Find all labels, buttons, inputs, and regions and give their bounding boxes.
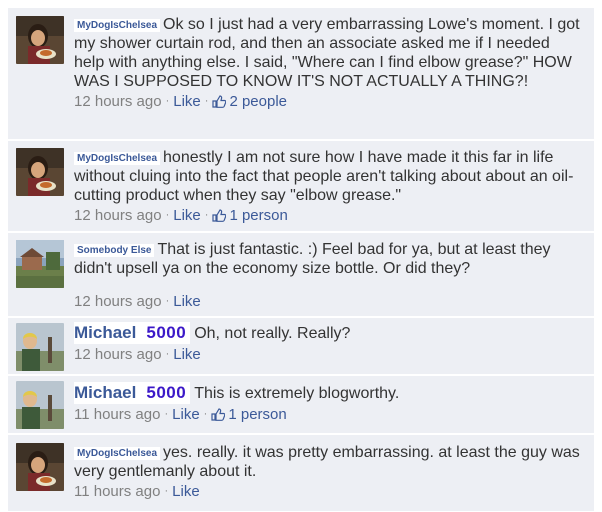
author-name: Michael bbox=[74, 323, 137, 342]
comment-meta: 12 hours ago · Like · 2 people bbox=[74, 92, 582, 113]
comment-timestamp[interactable]: 11 hours ago bbox=[74, 406, 160, 423]
comment-item: Somebody Else That is just fantastic. :) … bbox=[8, 233, 594, 317]
comment-item: MyDogIsChelsea Ok so I just had a very em… bbox=[8, 8, 594, 140]
comment-timestamp[interactable]: 12 hours ago bbox=[74, 207, 162, 224]
comment-timestamp[interactable]: 12 hours ago bbox=[74, 346, 162, 363]
comment-author[interactable]: Michael 5000 bbox=[74, 382, 191, 404]
comment-item: MyDogIsChelsea honestly I am not sure how… bbox=[8, 141, 594, 232]
comment-author[interactable]: MyDogIsChelsea bbox=[74, 447, 161, 460]
avatar[interactable] bbox=[16, 148, 64, 196]
separator: · bbox=[165, 209, 170, 221]
separator: · bbox=[165, 348, 170, 360]
like-link[interactable]: Like bbox=[173, 346, 201, 363]
comment-author[interactable]: Somebody Else bbox=[74, 244, 155, 257]
comment-meta: 11 hours ago · Like · 1 person bbox=[74, 405, 582, 426]
separator: · bbox=[204, 95, 209, 107]
like-link[interactable]: Like bbox=[173, 293, 201, 310]
like-link[interactable]: Like bbox=[172, 483, 200, 500]
avatar[interactable] bbox=[16, 240, 64, 288]
like-link[interactable]: Like bbox=[173, 93, 201, 110]
likes-count: 2 people bbox=[229, 93, 288, 110]
like-link[interactable]: Like bbox=[173, 207, 201, 224]
comment-timestamp[interactable]: 12 hours ago bbox=[74, 93, 162, 110]
likes-count: 1 person bbox=[229, 207, 288, 224]
separator: · bbox=[204, 209, 209, 221]
comment-text: This is extremely blogworthy. bbox=[194, 385, 400, 402]
thumbs-up-icon bbox=[212, 208, 227, 227]
thumbs-up-icon bbox=[212, 94, 227, 113]
separator: · bbox=[165, 295, 170, 307]
likes-count-link[interactable]: 1 person bbox=[212, 207, 288, 227]
comment-author[interactable]: MyDogIsChelsea bbox=[74, 152, 161, 165]
comment-timestamp[interactable]: 11 hours ago bbox=[74, 483, 160, 500]
comment-text: Oh, not really. Really? bbox=[194, 325, 351, 342]
likes-count-link[interactable]: 1 person bbox=[211, 406, 287, 426]
comment-timestamp[interactable]: 12 hours ago bbox=[74, 293, 162, 310]
likes-count: 1 person bbox=[228, 406, 287, 423]
comment-meta: 11 hours ago · Like bbox=[74, 482, 582, 501]
comment-meta: 12 hours ago · Like · 1 person bbox=[74, 206, 582, 227]
comment-item: Michael 5000 This is extremely blogworthy.… bbox=[8, 376, 594, 434]
comment-item: Michael 5000 Oh, not really. Really? 12 ho… bbox=[8, 318, 594, 375]
comment-item: MyDogIsChelsea yes. really. it was pretty… bbox=[8, 435, 594, 512]
avatar[interactable] bbox=[16, 16, 64, 64]
comment-meta: 12 hours ago · Like bbox=[74, 345, 582, 364]
avatar[interactable] bbox=[16, 381, 64, 429]
avatar[interactable] bbox=[16, 443, 64, 491]
thumbs-up-icon bbox=[211, 407, 226, 426]
comment-feed: MyDogIsChelsea Ok so I just had a very em… bbox=[0, 0, 602, 512]
author-score-badge: 5000 bbox=[146, 383, 187, 402]
comment-author[interactable]: MyDogIsChelsea bbox=[74, 19, 161, 32]
author-name: Michael bbox=[74, 383, 137, 402]
separator: · bbox=[165, 95, 170, 107]
separator: · bbox=[164, 408, 169, 420]
like-link[interactable]: Like bbox=[172, 406, 200, 423]
separator: · bbox=[164, 485, 169, 497]
comment-meta: 12 hours ago · Like bbox=[74, 292, 582, 311]
likes-count-link[interactable]: 2 people bbox=[212, 93, 287, 110]
comment-author[interactable]: Michael 5000 bbox=[74, 322, 191, 344]
author-score-badge: 5000 bbox=[146, 323, 187, 342]
avatar[interactable] bbox=[16, 323, 64, 371]
separator: · bbox=[203, 408, 208, 420]
